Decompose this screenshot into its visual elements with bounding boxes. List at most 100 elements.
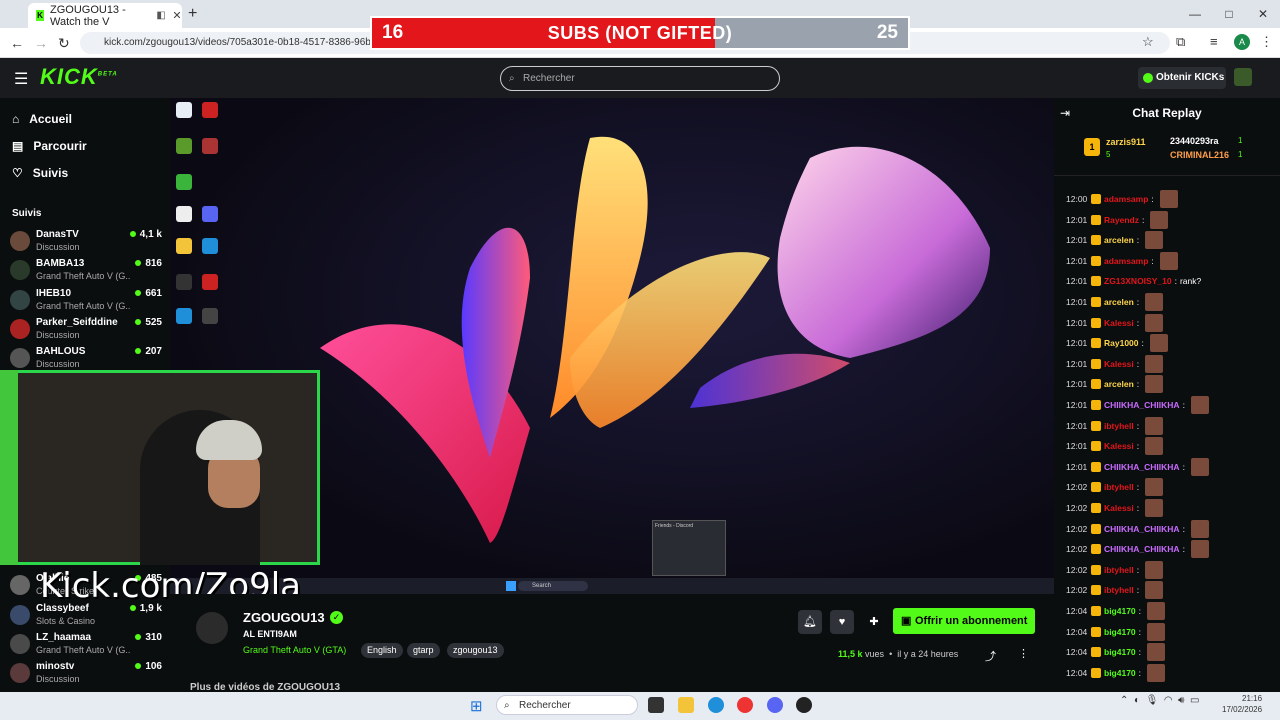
- taskbar-search[interactable]: ⌕ Rechercher: [496, 695, 638, 715]
- mic-icon[interactable]: 🎙︎: [1146, 695, 1159, 706]
- task-view-icon[interactable]: [648, 697, 664, 713]
- chat-message: 12:02 ibtyhell:: [1066, 580, 1271, 600]
- chat-username[interactable]: Kalessi: [1104, 359, 1134, 369]
- followed-channel[interactable]: DanasTV Discussion 4,1 k: [10, 229, 162, 257]
- chat-emote-icon: [1149, 334, 1168, 353]
- browser-menu-icon[interactable]: ⋮: [1260, 34, 1273, 50]
- chat-username[interactable]: ibtyhell: [1104, 482, 1134, 492]
- browser-profile-avatar[interactable]: A: [1234, 34, 1250, 50]
- chat-username[interactable]: CHIIKHA_CHIIKHA: [1104, 524, 1180, 534]
- heart-icon: ♥: [838, 616, 846, 628]
- edge-icon[interactable]: [708, 697, 724, 713]
- followed-channel[interactable]: LZ_haamaa Grand Theft Auto V (G... 310: [10, 632, 162, 660]
- tab-audio-icon[interactable]: ◧: [156, 10, 165, 21]
- extensions-icon[interactable]: ⧉: [1176, 34, 1185, 50]
- chat-username[interactable]: arcelen: [1104, 235, 1134, 245]
- gift-subscription-button[interactable]: ▣ Offrir un abonnement: [893, 608, 1035, 634]
- tray-chevron-icon[interactable]: ⌃: [1120, 695, 1128, 706]
- tag-gtarp[interactable]: gtarp: [407, 643, 440, 658]
- close-window-button[interactable]: ✕: [1246, 0, 1280, 28]
- browser-tab[interactable]: K ZGOUGOU13 - Watch the V ◧ ✕: [28, 3, 182, 28]
- chat-separator: :: [1138, 606, 1142, 616]
- chat-username[interactable]: Kalessi: [1104, 503, 1134, 513]
- tag-english[interactable]: English: [361, 643, 403, 658]
- taskbar-clock[interactable]: 21:16 17/02/2026: [1222, 693, 1262, 715]
- video-title: AL ENTI9AM: [243, 629, 297, 639]
- tag-zgougou13[interactable]: zgougou13: [447, 643, 504, 658]
- chat-message: 12:01 Kalessi:: [1066, 436, 1271, 456]
- chat-username[interactable]: arcelen: [1104, 379, 1134, 389]
- channel-name[interactable]: ZGOUGOU13: [243, 610, 325, 625]
- reading-list-icon[interactable]: ≡: [1210, 34, 1218, 49]
- followed-channel[interactable]: BAMBA13 Grand Theft Auto V (G... 816: [10, 258, 162, 286]
- volume-icon[interactable]: 🔊︎: [1178, 695, 1184, 706]
- channel-avatar: [10, 663, 30, 683]
- minimize-button[interactable]: —: [1178, 0, 1212, 28]
- chat-username[interactable]: ibtyhell: [1104, 421, 1134, 431]
- chat-username[interactable]: Rayendz: [1104, 215, 1139, 225]
- viewer-count: 207: [135, 346, 162, 357]
- chat-username[interactable]: CHIIKHA_CHIIKHA: [1104, 544, 1180, 554]
- user-avatar[interactable]: [1234, 68, 1252, 86]
- kick-logo[interactable]: KICKBETA: [40, 64, 118, 90]
- chat-username[interactable]: big4170: [1104, 627, 1136, 637]
- forward-icon[interactable]: →: [34, 35, 48, 51]
- chat-emote-icon: [1145, 478, 1164, 497]
- get-kicks-button[interactable]: Obtenir KICKs: [1138, 67, 1226, 89]
- chat-username[interactable]: CHIIKHA_CHIIKHA: [1104, 462, 1180, 472]
- wifi-icon[interactable]: ◠: [1164, 695, 1173, 706]
- reload-icon[interactable]: ↻: [58, 35, 70, 52]
- chat-username[interactable]: adamsamp: [1104, 194, 1148, 204]
- chat-username[interactable]: CHIIKHA_CHIIKHA: [1104, 400, 1180, 410]
- chat-username[interactable]: Kalessi: [1104, 318, 1134, 328]
- windows-start-icon[interactable]: ⊞: [470, 697, 483, 715]
- chat-message: 12:01 arcelen:: [1066, 292, 1271, 312]
- chat-username[interactable]: Kalessi: [1104, 441, 1134, 451]
- battery-icon[interactable]: ▭: [1190, 695, 1199, 706]
- gift-button[interactable]: ✚: [862, 610, 886, 634]
- new-tab-button[interactable]: +: [188, 5, 197, 23]
- network-icon[interactable]: ◐: [1134, 695, 1140, 706]
- discord-icon[interactable]: [767, 697, 783, 713]
- system-tray[interactable]: ⌃ ◐ 🎙︎ ◠ 🔊︎ ▭: [1120, 695, 1199, 706]
- back-icon[interactable]: ←: [10, 35, 24, 51]
- chat-timestamp: 12:02: [1066, 585, 1088, 596]
- chat-username[interactable]: adamsamp: [1104, 256, 1148, 266]
- chat-username[interactable]: ibtyhell: [1104, 585, 1134, 595]
- maximize-button[interactable]: □: [1212, 0, 1246, 28]
- more-options-icon[interactable]: ⋮: [1018, 647, 1029, 660]
- followed-channel[interactable]: minostv Discussion 106: [10, 661, 162, 689]
- chat-username[interactable]: big4170: [1104, 647, 1136, 657]
- channel-avatar[interactable]: [196, 612, 228, 644]
- video-category-link[interactable]: Grand Theft Auto V (GTA): [243, 645, 346, 655]
- chrome-icon[interactable]: [737, 697, 753, 713]
- chat-username[interactable]: Ray1000: [1104, 338, 1139, 348]
- follow-button[interactable]: ♥: [830, 610, 854, 634]
- share-icon[interactable]: ⤴: [985, 648, 996, 664]
- edge-icon: [176, 308, 192, 324]
- sidebar-item-parcourir[interactable]: ▤ Parcourir: [12, 139, 87, 153]
- chat-emote-icon: [1147, 663, 1166, 682]
- obs-icon[interactable]: [796, 697, 812, 713]
- chat-username[interactable]: arcelen: [1104, 297, 1134, 307]
- channel-category: Discussion: [36, 242, 80, 252]
- channel-name: minostv: [36, 661, 75, 672]
- followed-channel[interactable]: IHEB10 Grand Theft Auto V (G... 661: [10, 288, 162, 316]
- search-input[interactable]: ⌕ Rechercher: [500, 66, 780, 91]
- chat-message: 12:01 Ray1000:: [1066, 333, 1271, 353]
- chat-username[interactable]: big4170: [1104, 606, 1136, 616]
- sidebar-item-accueil[interactable]: ⌂ Accueil: [12, 112, 72, 126]
- file-explorer-icon[interactable]: [678, 697, 694, 713]
- notification-bell-button[interactable]: 🔔︎: [798, 610, 822, 634]
- followed-channel[interactable]: Classybeef Slots & Casino 1,9 k: [10, 603, 162, 631]
- chat-timestamp: 12:02: [1066, 523, 1088, 534]
- chat-username[interactable]: big4170: [1104, 668, 1136, 678]
- tab-close-icon[interactable]: ✕: [172, 9, 182, 22]
- sidebar-item-suivis[interactable]: ♡ Suivis: [12, 166, 68, 180]
- bookmark-star-icon[interactable]: ☆: [1142, 34, 1154, 50]
- hamburger-menu-icon[interactable]: ☰: [14, 69, 28, 89]
- windows-start-icon: [506, 581, 516, 591]
- followed-channel[interactable]: Parker_Seifddine Discussion 525: [10, 317, 162, 345]
- chat-username[interactable]: ZG13XNOISY_10: [1104, 276, 1172, 286]
- chat-username[interactable]: ibtyhell: [1104, 565, 1134, 575]
